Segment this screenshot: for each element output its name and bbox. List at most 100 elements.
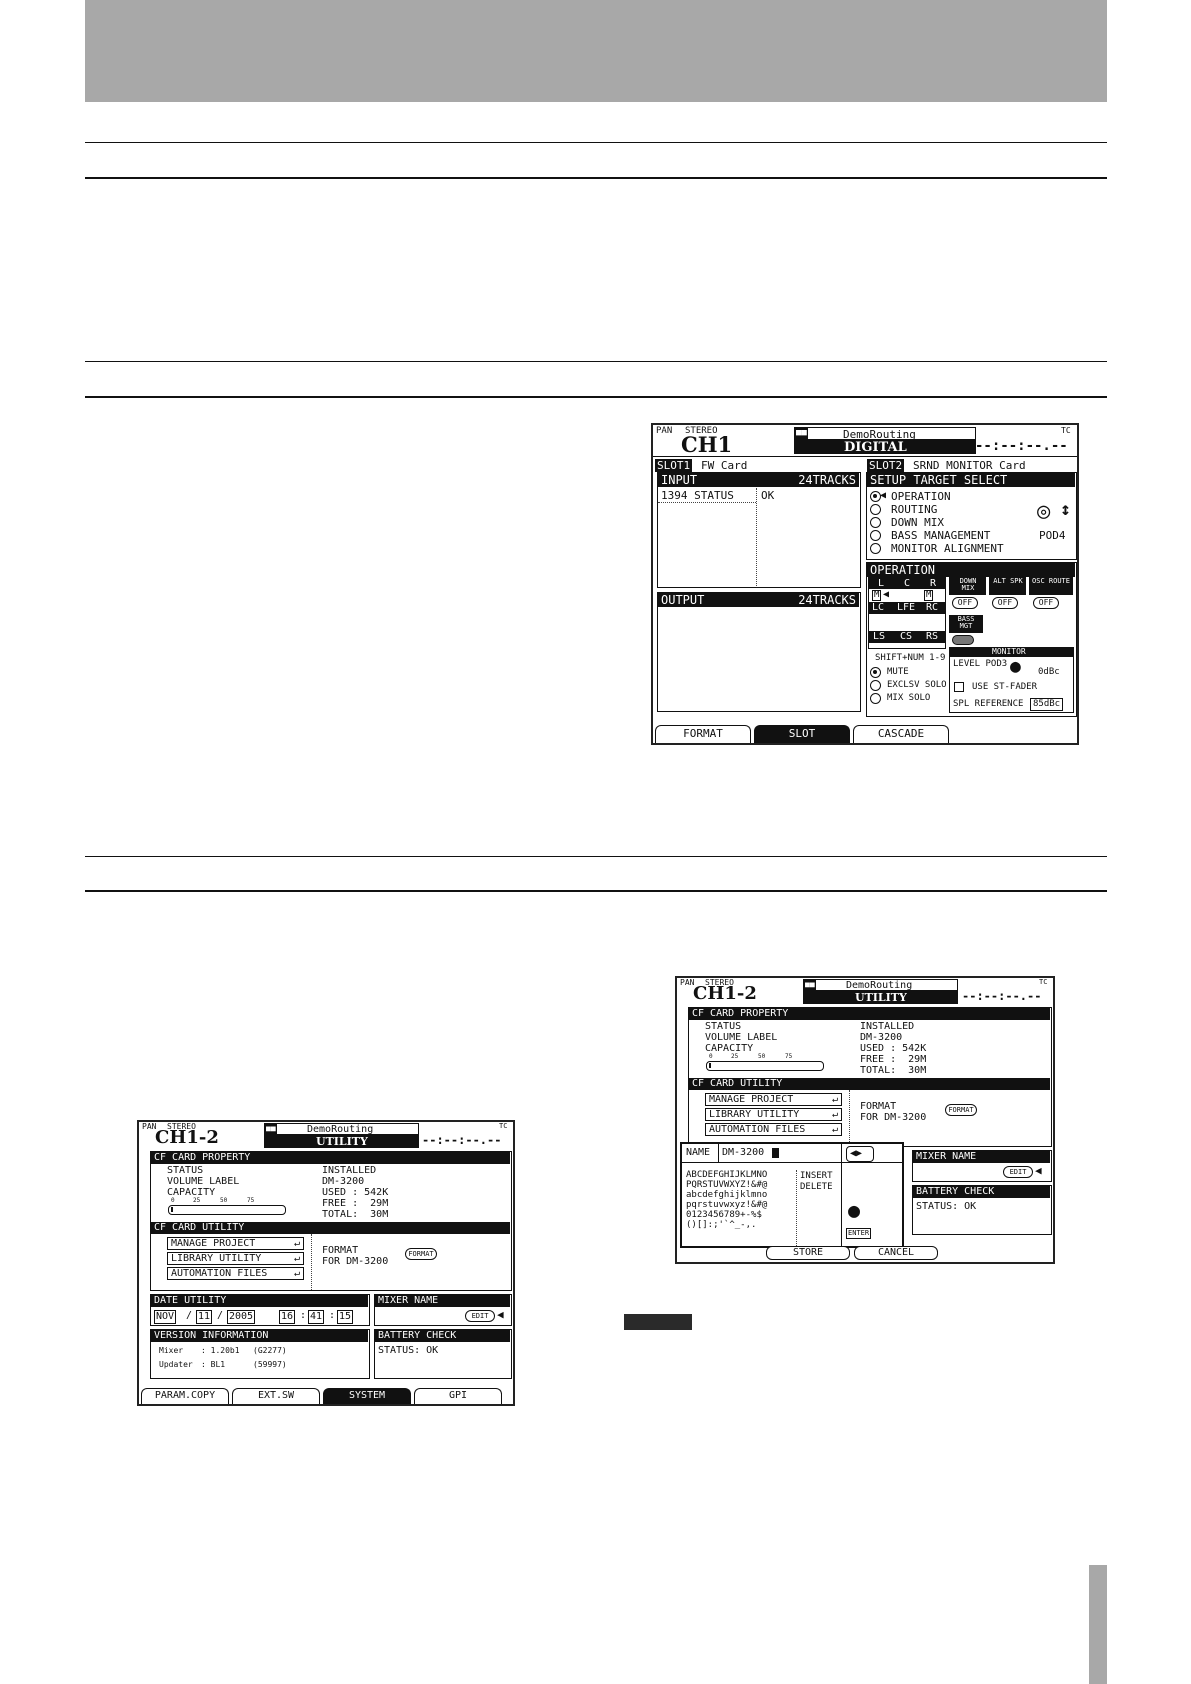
edit-button[interactable]: EDIT	[465, 1310, 495, 1322]
format-for: FOR DM-3200	[860, 1112, 927, 1123]
option-downmix[interactable]: DOWN MIX	[891, 517, 944, 528]
tab-format[interactable]: FORMAT	[655, 725, 751, 743]
speaker-lfe[interactable]: LFE	[897, 603, 916, 613]
cf-card-panel: CF CARD PROPERTY STATUS INSTALLED VOLUME…	[150, 1151, 512, 1291]
scene-icon: ■■	[804, 980, 816, 990]
speaker-c[interactable]: C	[904, 579, 911, 589]
radio-downmix[interactable]	[870, 517, 881, 528]
tab-cascade[interactable]: CASCADE	[853, 725, 949, 743]
time-second[interactable]: 15	[337, 1310, 354, 1324]
spl-value[interactable]: 85dBc	[1030, 698, 1064, 711]
radio-monitor[interactable]	[870, 543, 881, 554]
battery-status: STATUS: OK	[378, 1345, 439, 1356]
downmix-header: DOWN MIX	[949, 577, 986, 595]
name-input[interactable]: DM-3200	[722, 1148, 764, 1158]
output-label: OUTPUT	[661, 593, 705, 607]
speaker-r[interactable]: R	[930, 579, 937, 589]
date-month[interactable]: NOV	[154, 1310, 177, 1324]
enter-dial-icon[interactable]: ●	[848, 1200, 860, 1220]
output-tracks: 24TRACKS	[798, 593, 856, 607]
charset-row-1[interactable]: ABCDEFGHIJKLMNO	[686, 1171, 767, 1180]
tab-ext-sw[interactable]: EXT.SW	[232, 1388, 320, 1404]
enter-arrow-icon: ↵	[293, 1268, 300, 1279]
mixer-name-panel: MIXER NAME EDIT ◀	[912, 1150, 1052, 1182]
insert-option[interactable]: INSERT	[800, 1172, 833, 1181]
radio-exclsv[interactable]	[870, 680, 881, 691]
time-hour[interactable]: 16	[279, 1310, 296, 1324]
time-sep: :	[300, 1310, 307, 1321]
charset-row-5[interactable]: 0123456789+-%$	[686, 1211, 762, 1220]
option-routing[interactable]: ROUTING	[891, 504, 937, 515]
mixer-checksum: (G2277)	[253, 1346, 287, 1355]
slot1-card: FW Card	[701, 459, 748, 472]
cursor-arrows-button[interactable]: ◀▶	[846, 1146, 874, 1162]
format-button[interactable]: FORMAT	[945, 1104, 977, 1116]
name-label: NAME	[686, 1147, 711, 1158]
pan-label: PAN	[656, 426, 673, 436]
date-title: DATE UTILITY	[151, 1295, 368, 1307]
altspk-header: ALT SPK	[989, 577, 1026, 595]
speaker-lc[interactable]: LC	[872, 603, 885, 613]
downmix-off-button[interactable]: OFF	[952, 597, 978, 609]
option-operation[interactable]: OPERATION	[891, 491, 951, 502]
edit-button[interactable]: EDIT	[1003, 1166, 1033, 1178]
speaker-l[interactable]: L	[878, 579, 885, 589]
scene-icon: ■■	[795, 428, 808, 439]
date-day[interactable]: 11	[196, 1310, 213, 1324]
time-minute[interactable]: 41	[308, 1310, 325, 1324]
bassmgt-button[interactable]	[952, 635, 974, 645]
radio-mixsolo[interactable]	[870, 693, 881, 704]
enter-arrow-icon: ↵	[831, 1109, 838, 1120]
name-entry-screen: PAN STEREO CH1-2 ■■ DemoRouting UTILITY …	[675, 976, 1055, 1264]
automation-files-button[interactable]: AUTOMATION FILES ↵	[705, 1123, 842, 1136]
channel-name: CH1-2	[693, 983, 757, 1004]
tc-label: TC	[1061, 426, 1071, 435]
manage-project-button[interactable]: MANAGE PROJECT ↵	[705, 1093, 842, 1106]
capacity-meter	[168, 1205, 286, 1215]
option-monitor[interactable]: MONITOR ALIGNMENT	[891, 543, 1004, 554]
oscroute-off-button[interactable]: OFF	[1033, 597, 1059, 609]
speaker-rs[interactable]: RS	[926, 632, 939, 642]
option-bass[interactable]: BASS MANAGEMENT	[891, 530, 990, 541]
radio-routing[interactable]	[870, 504, 881, 515]
level-knob-icon[interactable]: ●	[1010, 658, 1021, 676]
tab-param-copy[interactable]: PARAM.COPY	[141, 1388, 229, 1404]
mixer-version: : 1.20b1	[201, 1346, 240, 1355]
speaker-cs[interactable]: CS	[900, 632, 913, 642]
library-utility-button[interactable]: LIBRARY UTILITY ↵	[167, 1252, 304, 1265]
cancel-button[interactable]: CANCEL	[854, 1246, 938, 1260]
charset-divider	[796, 1170, 797, 1248]
st-fader-checkbox[interactable]	[954, 682, 964, 692]
format-button[interactable]: FORMAT	[405, 1248, 437, 1260]
option-exclsv[interactable]: EXCLSV SOLO	[887, 681, 947, 690]
popup-divider	[841, 1144, 842, 1250]
tab-gpi[interactable]: GPI	[414, 1388, 502, 1404]
option-mixsolo[interactable]: MIX SOLO	[887, 694, 930, 703]
channel-name: CH1	[681, 432, 733, 457]
used-value: USED : 542K	[322, 1187, 389, 1198]
automation-files-button[interactable]: AUTOMATION FILES ↵	[167, 1267, 304, 1280]
library-utility-button[interactable]: LIBRARY UTILITY ↵	[705, 1108, 842, 1121]
delete-option[interactable]: DELETE	[800, 1183, 833, 1192]
enter-button[interactable]: ENTER	[846, 1228, 872, 1239]
speaker-rc[interactable]: RC	[926, 603, 939, 613]
charset-row-6[interactable]: ()[]:;'`^_-,.	[686, 1221, 756, 1230]
output-panel: OUTPUT 24TRACKS	[657, 592, 861, 712]
altspk-off-button[interactable]: OFF	[992, 597, 1018, 609]
charset-row-4[interactable]: pqrstuvwxyz!&#@	[686, 1201, 767, 1210]
speaker-grid: L C R M ◀ M LC LFE RC LS CS RS	[868, 577, 946, 649]
volume-value: DM-3200	[860, 1032, 903, 1043]
tab-slot[interactable]: SLOT	[754, 725, 850, 743]
speaker-ls[interactable]: LS	[873, 632, 886, 642]
option-mute[interactable]: MUTE	[887, 668, 909, 677]
monitor-title: MONITOR	[992, 647, 1026, 656]
date-year[interactable]: 2005	[227, 1310, 256, 1324]
tab-system[interactable]: SYSTEM	[323, 1388, 411, 1404]
charset-row-3[interactable]: abcdefghijklmno	[686, 1191, 767, 1200]
mute-r-badge: M	[924, 590, 934, 601]
radio-mute[interactable]	[870, 667, 881, 678]
radio-bass[interactable]	[870, 530, 881, 541]
charset-row-2[interactable]: PQRSTUVWXYZ!&#@	[686, 1181, 767, 1190]
manage-project-button[interactable]: MANAGE PROJECT ↵	[167, 1237, 304, 1250]
store-button[interactable]: STORE	[766, 1246, 850, 1260]
